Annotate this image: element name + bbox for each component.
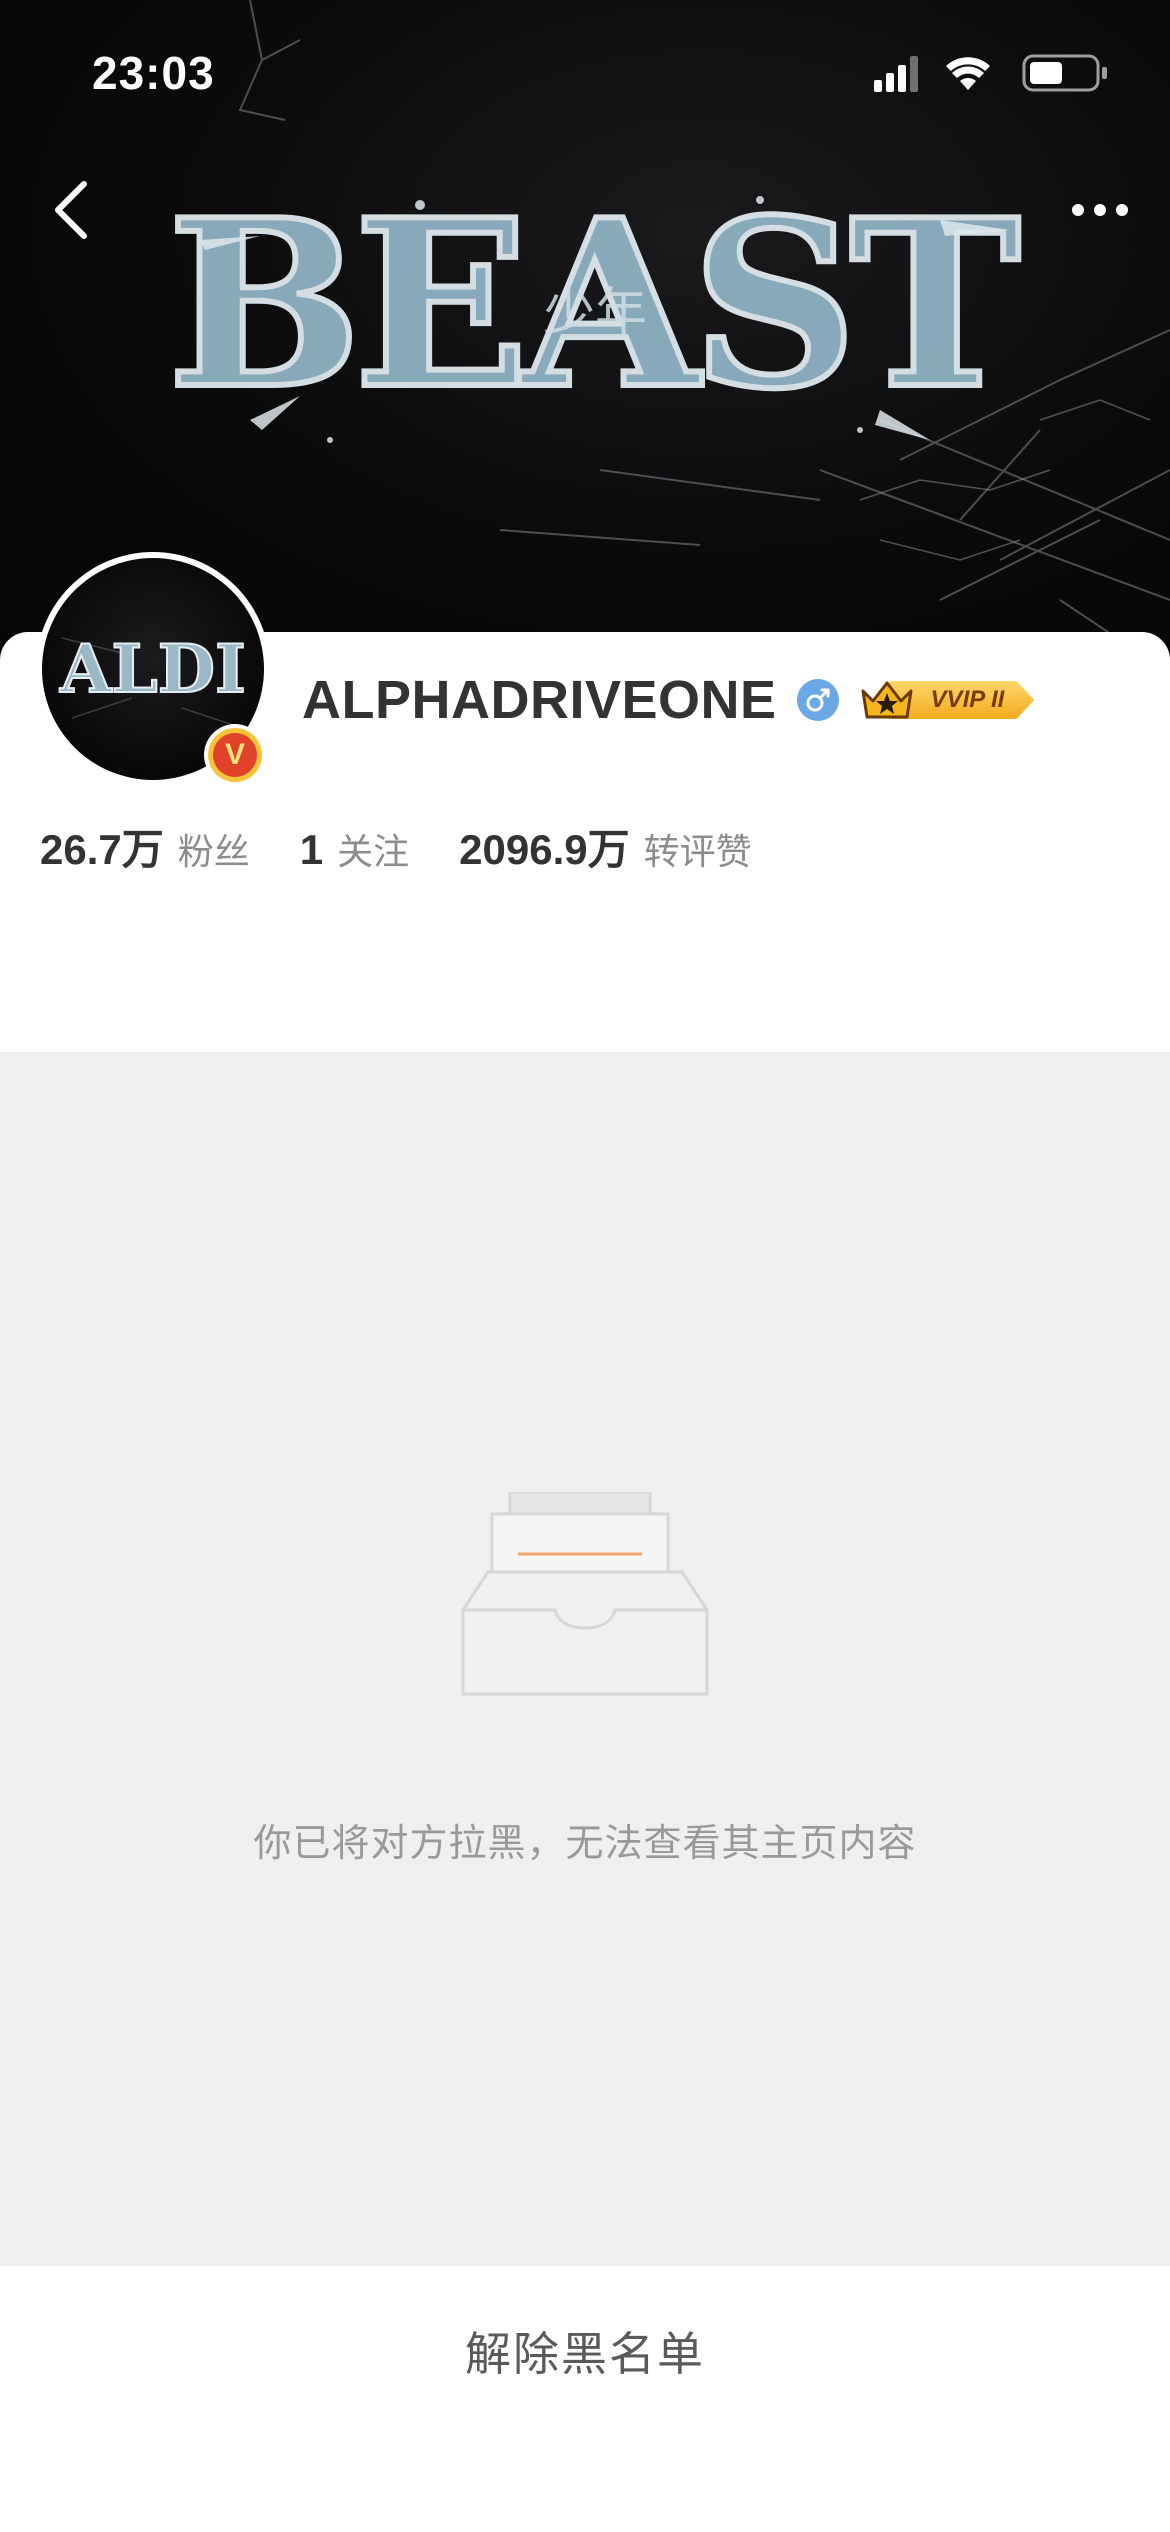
stat-followers-label: 粉丝 (177, 832, 250, 873)
more-button[interactable] (1050, 160, 1150, 260)
stat-engagement-label: 转评赞 (643, 832, 752, 873)
more-dots-icon (1072, 204, 1128, 216)
chevron-left-icon (55, 181, 87, 239)
stats-row: 26.7万 粉丝 1 关注 2096.9万 转评赞 (40, 816, 802, 880)
signal-icon (874, 56, 918, 92)
status-icons (874, 54, 1107, 92)
verified-badge-letter: V (213, 733, 257, 777)
bottom-action-bar: 解除黑名单 (0, 2266, 1170, 2532)
stat-following-value: 1 (299, 826, 324, 873)
back-button[interactable] (20, 160, 120, 260)
stat-following-label: 关注 (337, 832, 410, 873)
status-time: 23:03 (92, 47, 215, 99)
username: ALPHADRIVEONE (302, 670, 777, 730)
vip-badge[interactable]: VVIP II (859, 677, 1035, 723)
status-bar: 23:03 (0, 0, 1170, 150)
avatar-logo-text: ALDI (59, 630, 246, 708)
verified-badge: V (204, 724, 266, 786)
crown-icon (861, 681, 913, 719)
stat-followers-value: 26.7万 (40, 826, 164, 873)
blocked-message: 你已将对方拉黑，无法查看其主页内容 (253, 1821, 917, 1865)
blocked-content-area: 你已将对方拉黑，无法查看其主页内容 (0, 1052, 1170, 2266)
male-icon (796, 679, 839, 721)
name-row: ALPHADRIVEONE VVIP II (302, 664, 1035, 736)
unblock-button[interactable]: 解除黑名单 (0, 2266, 1170, 2436)
stat-following[interactable]: 1 关注 (300, 823, 409, 875)
banner-subtitle-text: 少年 (543, 283, 647, 343)
empty-inbox-icon (461, 1492, 709, 1696)
profile-screen: BEAST 少年 23:03 ALDI V ALPHADRIVEONE VVIP… (0, 0, 1170, 2532)
stat-followers[interactable]: 26.7万 粉丝 (40, 816, 250, 877)
stat-engagement[interactable]: 2096.9万 转评赞 (459, 816, 751, 877)
wifi-icon (946, 57, 990, 90)
stat-engagement-value: 2096.9万 (459, 826, 630, 873)
battery-icon (1022, 54, 1107, 92)
